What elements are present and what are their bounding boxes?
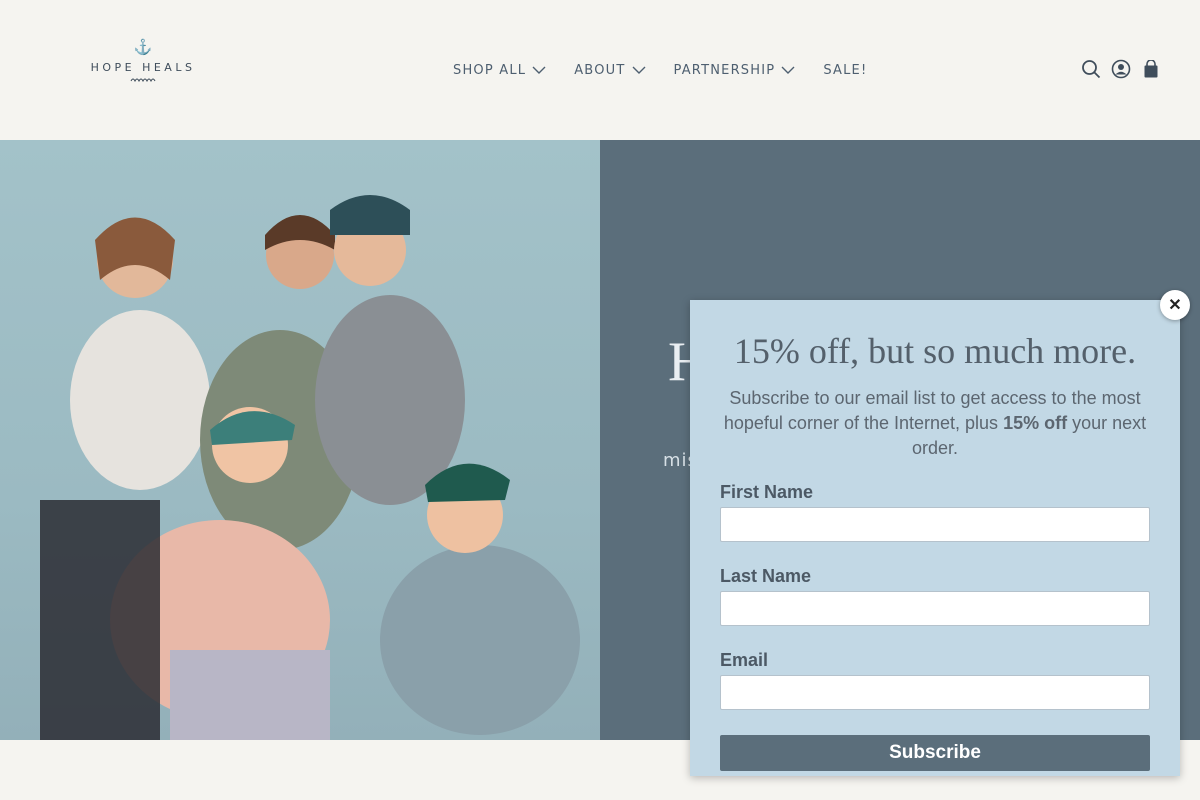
header-icons [1080, 58, 1170, 80]
anchor-icon: ⚓ [133, 39, 153, 56]
nav-label: SALE! [823, 62, 868, 78]
popup-title: 15% off, but so much more. [733, 331, 1137, 371]
site-header: ⚓ HOPE HEALS SHOP ALL ABOUT PARTNERSHIP … [0, 0, 1200, 140]
first-name-label: First Name [720, 482, 814, 502]
hope-heals-logo[interactable]: ⚓ HOPE HEALS [84, 40, 202, 100]
nav-about[interactable]: ABOUT [574, 60, 645, 80]
nav-sale[interactable]: SALE! [823, 60, 867, 80]
last-name-label: Last Name [720, 566, 812, 586]
subscribe-button[interactable]: Subscribe [720, 735, 1150, 771]
chevron-down-icon [532, 66, 546, 74]
first-name-input[interactable] [720, 507, 1150, 542]
main-nav: SHOP ALL ABOUT PARTNERSHIP SALE! [453, 60, 867, 80]
nav-label: PARTNERSHIP [673, 62, 776, 78]
hero-photo-illustration [40, 195, 580, 740]
search-icon[interactable] [1080, 58, 1102, 80]
email-input[interactable] [720, 675, 1150, 710]
cart-icon[interactable] [1140, 58, 1162, 80]
popup-description: Subscribe to our email list to get acces… [720, 386, 1150, 461]
nav-label: ABOUT [574, 62, 626, 78]
hero-photo [0, 140, 600, 740]
account-icon[interactable] [1110, 58, 1132, 80]
email-signup-popup: 15% off, but so much more. Subscribe to … [690, 300, 1180, 776]
nav-label: SHOP ALL [453, 62, 527, 78]
email-label: Email [720, 650, 769, 670]
waves-icon [130, 78, 156, 83]
chevron-down-icon [632, 66, 645, 74]
nav-shop-all[interactable]: SHOP ALL [453, 60, 546, 80]
last-name-input[interactable] [720, 591, 1150, 626]
close-icon[interactable]: ✕ [1160, 290, 1190, 320]
logo-wordmark: HOPE HEALS [90, 61, 196, 74]
popup-desc-bold: 15% off [1003, 413, 1068, 433]
nav-partnership[interactable]: PARTNERSHIP [674, 60, 796, 80]
chevron-down-icon [781, 66, 795, 74]
